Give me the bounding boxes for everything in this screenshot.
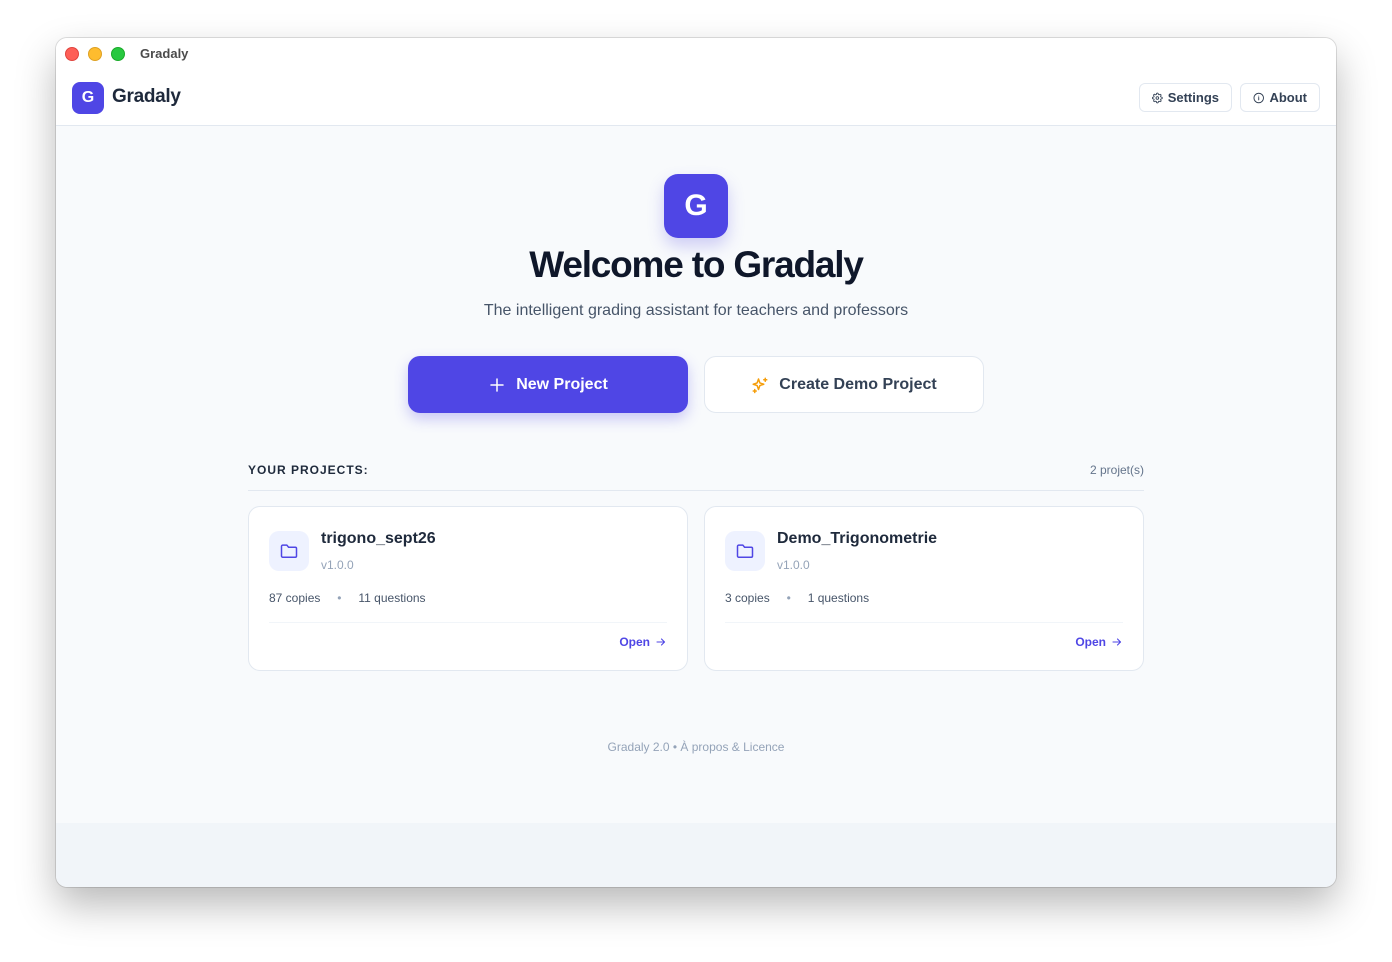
settings-button[interactable]: Settings xyxy=(1139,83,1232,112)
project-stats: 3 copies • 1 questions xyxy=(725,591,869,605)
sparkles-icon xyxy=(752,377,768,393)
separator-dot: • xyxy=(337,591,342,605)
open-project-link[interactable]: Open xyxy=(619,635,667,649)
open-project-link[interactable]: Open xyxy=(1075,635,1123,649)
project-copies: 87 copies xyxy=(269,591,321,605)
create-demo-project-button[interactable]: Create Demo Project xyxy=(704,356,984,413)
settings-label: Settings xyxy=(1167,90,1219,105)
bottom-band xyxy=(56,823,1336,887)
project-stats: 87 copies • 11 questions xyxy=(269,591,426,605)
projects-header: YOUR PROJECTS: 2 projet(s) xyxy=(248,462,1144,491)
footer-text[interactable]: Gradaly 2.0 • À propos & Licence xyxy=(56,740,1336,754)
arrow-right-icon xyxy=(656,638,666,646)
arrow-right-icon xyxy=(1112,638,1122,646)
project-version: v1.0.0 xyxy=(321,558,354,572)
open-label: Open xyxy=(619,635,650,649)
project-name: Demo_Trigonometrie xyxy=(777,530,938,547)
gear-icon xyxy=(1152,92,1163,103)
app-window: Gradaly G Gradaly Settings About G Welco… xyxy=(56,38,1336,887)
page-subtitle: The intelligent grading assistant for te… xyxy=(483,302,909,319)
separator-dot: • xyxy=(786,591,791,605)
info-icon xyxy=(1253,92,1264,103)
about-button[interactable]: About xyxy=(1240,83,1320,112)
folder-icon xyxy=(725,531,765,571)
plus-icon xyxy=(490,377,504,392)
app-logo: G xyxy=(72,82,104,114)
projects-heading: YOUR PROJECTS: xyxy=(248,463,369,477)
project-copies: 3 copies xyxy=(725,591,770,605)
maximize-window-button[interactable] xyxy=(111,47,125,61)
project-name: trigono_sept26 xyxy=(321,530,436,547)
hero-logo: G xyxy=(664,174,728,238)
main-content: G Welcome to Gradaly The intelligent gra… xyxy=(56,126,1336,823)
window-title: Gradaly xyxy=(140,46,189,61)
project-card[interactable]: trigono_sept26 v1.0.0 87 copies • 11 que… xyxy=(248,506,688,671)
card-divider xyxy=(725,622,1123,623)
page-title: Welcome to Gradaly xyxy=(529,244,864,285)
folder-icon xyxy=(269,531,309,571)
minimize-window-button[interactable] xyxy=(88,47,102,61)
project-questions: 11 questions xyxy=(358,591,426,605)
projects-count: 2 projet(s) xyxy=(1089,463,1144,477)
app-header: G Gradaly Settings About xyxy=(56,70,1336,126)
new-project-label: New Project xyxy=(516,375,608,393)
close-window-button[interactable] xyxy=(65,47,79,61)
about-label: About xyxy=(1269,90,1307,105)
project-version: v1.0.0 xyxy=(777,558,810,572)
create-demo-project-label: Create Demo Project xyxy=(779,375,937,393)
title-bar: Gradaly xyxy=(56,38,1336,70)
card-divider xyxy=(269,622,667,623)
app-name: Gradaly xyxy=(112,86,181,107)
project-card[interactable]: Demo_Trigonometrie v1.0.0 3 copies • 1 q… xyxy=(704,506,1144,671)
project-questions: 1 questions xyxy=(807,591,870,605)
open-label: Open xyxy=(1075,635,1106,649)
new-project-button[interactable]: New Project xyxy=(408,356,688,413)
